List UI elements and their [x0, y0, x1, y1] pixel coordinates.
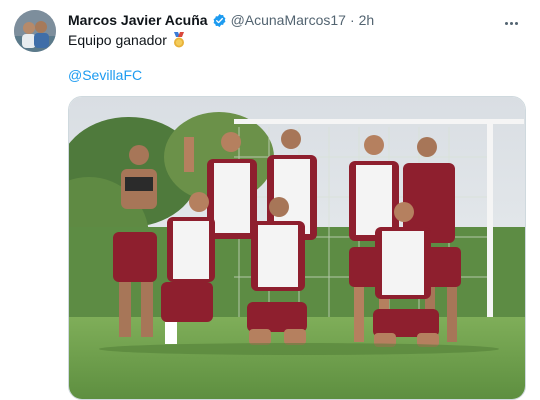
- author-handle[interactable]: @AcunaMarcos17: [231, 12, 346, 28]
- author-name[interactable]: Marcos Javier Acuña: [68, 12, 208, 28]
- author-avatar[interactable]: [14, 10, 56, 52]
- tweet-photo[interactable]: [68, 96, 526, 400]
- header-separator: ·: [349, 12, 355, 28]
- team-photo-image: [69, 97, 525, 399]
- verified-badge-icon: [213, 13, 225, 27]
- medal-icon: [173, 32, 184, 48]
- tweet-text: Equipo ganador: [68, 32, 186, 48]
- tweet-card[interactable]: Marcos Javier Acuña @AcunaMarcos17 · 2h …: [0, 0, 540, 400]
- tweet-timestamp[interactable]: 2h: [359, 12, 375, 28]
- tweet-text-content: Equipo ganador: [68, 32, 167, 48]
- mention-link[interactable]: @SevillaFC: [68, 67, 142, 83]
- more-options-icon[interactable]: [504, 12, 524, 26]
- tweet-header: Marcos Javier Acuña @AcunaMarcos17 · 2h: [68, 11, 500, 29]
